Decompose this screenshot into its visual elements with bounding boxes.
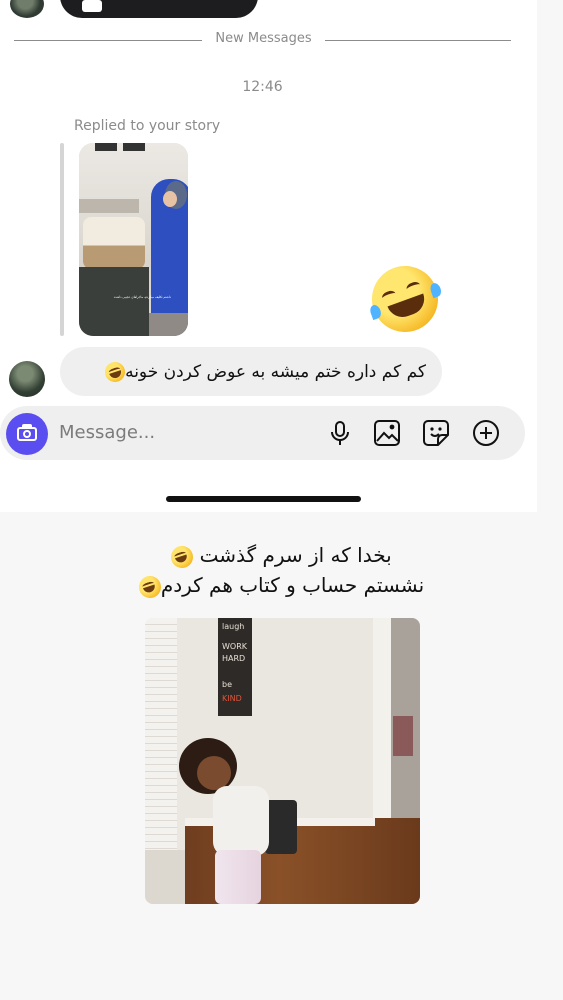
story-frame xyxy=(123,143,145,151)
story-frame xyxy=(95,143,117,151)
meme-caption: بخدا که از سرم گذشت نشستم حساب و کتاب هم… xyxy=(0,540,563,601)
sign-word: KIND xyxy=(222,694,242,703)
story-table xyxy=(79,199,139,213)
laughing-emoji-icon xyxy=(102,358,128,385)
top-avatar xyxy=(10,0,44,18)
reply-indicator-line xyxy=(60,143,64,336)
story-pillow xyxy=(83,217,145,269)
laughing-emoji-reaction[interactable] xyxy=(362,256,448,342)
child-shirt xyxy=(213,786,269,856)
message-input[interactable]: Message... xyxy=(59,422,155,443)
image-icon[interactable] xyxy=(373,419,401,447)
story-person-face xyxy=(163,191,177,207)
sign-word: HARD xyxy=(222,654,246,663)
message-composer: Message... xyxy=(0,406,525,460)
plus-icon[interactable] xyxy=(472,419,500,447)
meme-caption-line-1: بخدا که از سرم گذشت xyxy=(0,540,563,571)
divider-left xyxy=(14,40,202,41)
child-face xyxy=(197,756,231,790)
window-blinds xyxy=(145,618,177,858)
wall-sign: laugh WORK HARD be KIND xyxy=(218,618,252,716)
camera-lens-icon xyxy=(23,430,31,438)
tear-icon xyxy=(428,281,443,299)
story-reply-label: Replied to your story xyxy=(74,118,221,134)
sign-word: WORK xyxy=(222,642,248,651)
incoming-message-text: کم کم داره ختم میشه به عوض کردن خونه xyxy=(125,361,426,382)
child-pants xyxy=(215,850,261,904)
meme-image: laugh WORK HARD be KIND xyxy=(145,618,420,904)
tear-icon xyxy=(368,303,383,321)
chat-screen: New Messages 12:46 Replied to your story… xyxy=(0,0,537,512)
laughing-emoji-icon xyxy=(168,542,197,571)
new-messages-label: New Messages xyxy=(215,31,312,46)
divider-right xyxy=(325,40,511,41)
chair xyxy=(393,716,413,756)
meme-caption-line-2: نشستم حساب و کتاب هم کردم xyxy=(0,570,563,601)
microphone-icon[interactable] xyxy=(326,419,354,447)
sticker-icon[interactable] xyxy=(422,419,450,447)
incoming-message-bubble[interactable]: کم کم داره ختم میشه به عوض کردن خونه xyxy=(60,347,442,396)
sign-word: be xyxy=(222,680,232,689)
home-indicator[interactable] xyxy=(166,496,361,502)
story-thumbnail[interactable]: داشتم تکلیف میکردم، ماجراهای عجیبی داشت xyxy=(79,143,188,336)
speaker xyxy=(265,800,297,854)
door-frame xyxy=(373,618,391,838)
laughing-emoji-icon xyxy=(135,572,164,601)
story-caption: داشتم تکلیف میکردم، ماجراهای عجیبی داشت xyxy=(113,295,171,299)
sender-avatar[interactable] xyxy=(9,361,45,397)
camera-button[interactable] xyxy=(6,413,48,455)
eye-icon xyxy=(380,289,398,303)
top-message-bubble[interactable] xyxy=(60,0,258,18)
eye-icon xyxy=(405,280,422,294)
sign-word: laugh xyxy=(222,622,245,631)
message-timestamp: 12:46 xyxy=(242,79,283,95)
